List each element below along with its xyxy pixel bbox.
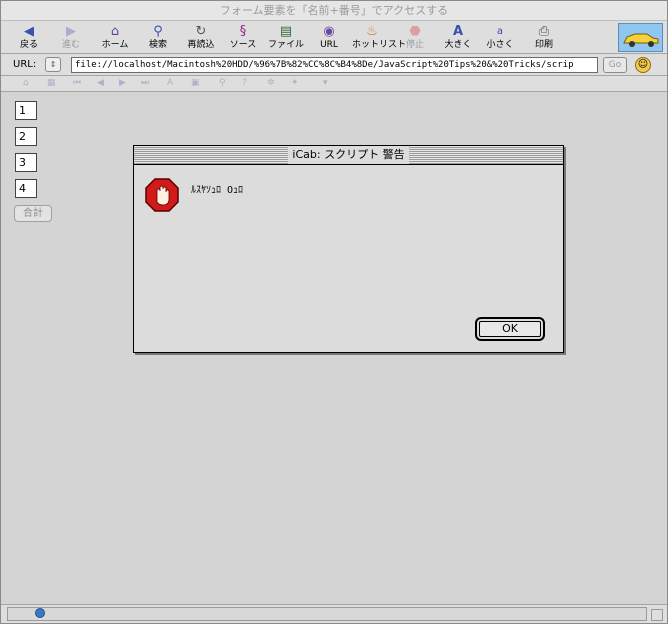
source-button[interactable]: § ソース (223, 23, 263, 53)
hotlist-icon: ♨ (366, 24, 378, 39)
window-title: フォーム要素を「名前+番号」でアクセスする (1, 1, 667, 21)
text-icon: A (167, 78, 174, 88)
source-icon: § (239, 24, 247, 39)
url-input[interactable]: file://localhost/Macintosh%20HDD/%96%7B%… (71, 57, 598, 73)
print-icon: ⎙ (538, 24, 550, 39)
number-field-2[interactable]: 2 (15, 127, 37, 146)
grid-icon: ▦ (47, 78, 56, 88)
smaller-text-button[interactable]: a 小さく (480, 23, 520, 53)
number-field-1[interactable]: 1 (15, 101, 37, 120)
ok-button[interactable]: OK (475, 317, 545, 341)
home-icon: ⌂ (110, 24, 120, 39)
dialog-title: iCab: スクリプト 警告 (288, 146, 409, 164)
globe-icon (35, 608, 45, 618)
cookie-icon: ✦ (291, 78, 299, 88)
search-button[interactable]: ⚲ 検索 (138, 23, 178, 53)
file-icon: ▤ (279, 24, 293, 39)
first-icon: ⏮ (73, 78, 82, 88)
url-globe-icon: ◉ (323, 24, 335, 39)
hotlist-button[interactable]: ♨ ホットリスト (352, 23, 406, 53)
search-icon: ⚲ (153, 24, 163, 39)
stop-hand-icon (145, 178, 179, 212)
back-arrow-icon: ◀ (24, 24, 34, 39)
home-button[interactable]: ⌂ ホーム (95, 23, 135, 53)
url-label: URL: (13, 59, 37, 70)
reload-icon: ↻ (195, 24, 207, 39)
back-button[interactable]: ◀ 戻る (9, 23, 49, 53)
alert-dialog: iCab: スクリプト 警告 ﾙｽﾔｿｭﾛ Oｭﾛ OK (133, 145, 564, 353)
print-button[interactable]: ⎙ 印刷 (524, 23, 564, 53)
prev-icon: ◀ (97, 78, 104, 88)
toolbar: ◀ 戻る ▶ 進む ⌂ ホーム ⚲ 検索 ↻ 再読込 § ソース ▤ ファイル … (1, 21, 667, 54)
icab-logo-icon (618, 23, 663, 52)
image-icon: ▣ (191, 78, 200, 88)
stop-button[interactable]: ⬣ 停止 (395, 23, 435, 53)
next-icon: ▶ (119, 78, 126, 88)
go-button[interactable]: Go (603, 57, 627, 73)
number-field-4[interactable]: 4 (15, 179, 37, 198)
url-bar: URL: ⇕ file://localhost/Macintosh%20HDD/… (1, 54, 667, 76)
url-button[interactable]: ◉ URL (309, 23, 349, 53)
sum-button[interactable]: 合計 (14, 205, 52, 222)
secondary-icon-bar: ⌂ ▦ ⏮ ◀ ▶ ⏭ A ▣ ⚲ ? ✲ ✦ ▾ (1, 76, 667, 92)
dialog-message: ﾙｽﾔｿｭﾛ Oｭﾛ (191, 185, 244, 196)
reload-button[interactable]: ↻ 再読込 (181, 23, 221, 53)
status-bar (1, 604, 667, 623)
home-icon: ⌂ (23, 78, 29, 88)
dialog-body: ﾙｽﾔｿｭﾛ Oｭﾛ OK (135, 166, 562, 351)
file-button[interactable]: ▤ ファイル (266, 23, 306, 53)
smaller-text-icon: a (496, 26, 504, 37)
bigger-text-icon: A (452, 24, 464, 39)
settings-icon: ✲ (267, 78, 275, 88)
dropdown-icon: ▾ (323, 78, 328, 88)
forward-arrow-icon: ▶ (66, 24, 76, 39)
status-field (7, 607, 647, 621)
number-field-3[interactable]: 3 (15, 153, 37, 172)
bigger-text-button[interactable]: A 大きく (438, 23, 478, 53)
help-icon: ? (242, 78, 247, 88)
smiley-icon[interactable]: ☺ (635, 57, 651, 73)
dialog-titlebar[interactable]: iCab: スクリプト 警告 (134, 146, 563, 165)
resize-grip-icon[interactable] (651, 609, 663, 621)
last-icon: ⏭ (141, 78, 150, 88)
forward-button[interactable]: ▶ 進む (51, 23, 91, 53)
url-history-popup[interactable]: ⇕ (45, 57, 61, 72)
link-icon: ⚲ (219, 78, 226, 88)
stop-icon: ⬣ (409, 24, 421, 39)
browser-window: フォーム要素を「名前+番号」でアクセスする ◀ 戻る ▶ 進む ⌂ ホーム ⚲ … (0, 0, 668, 624)
